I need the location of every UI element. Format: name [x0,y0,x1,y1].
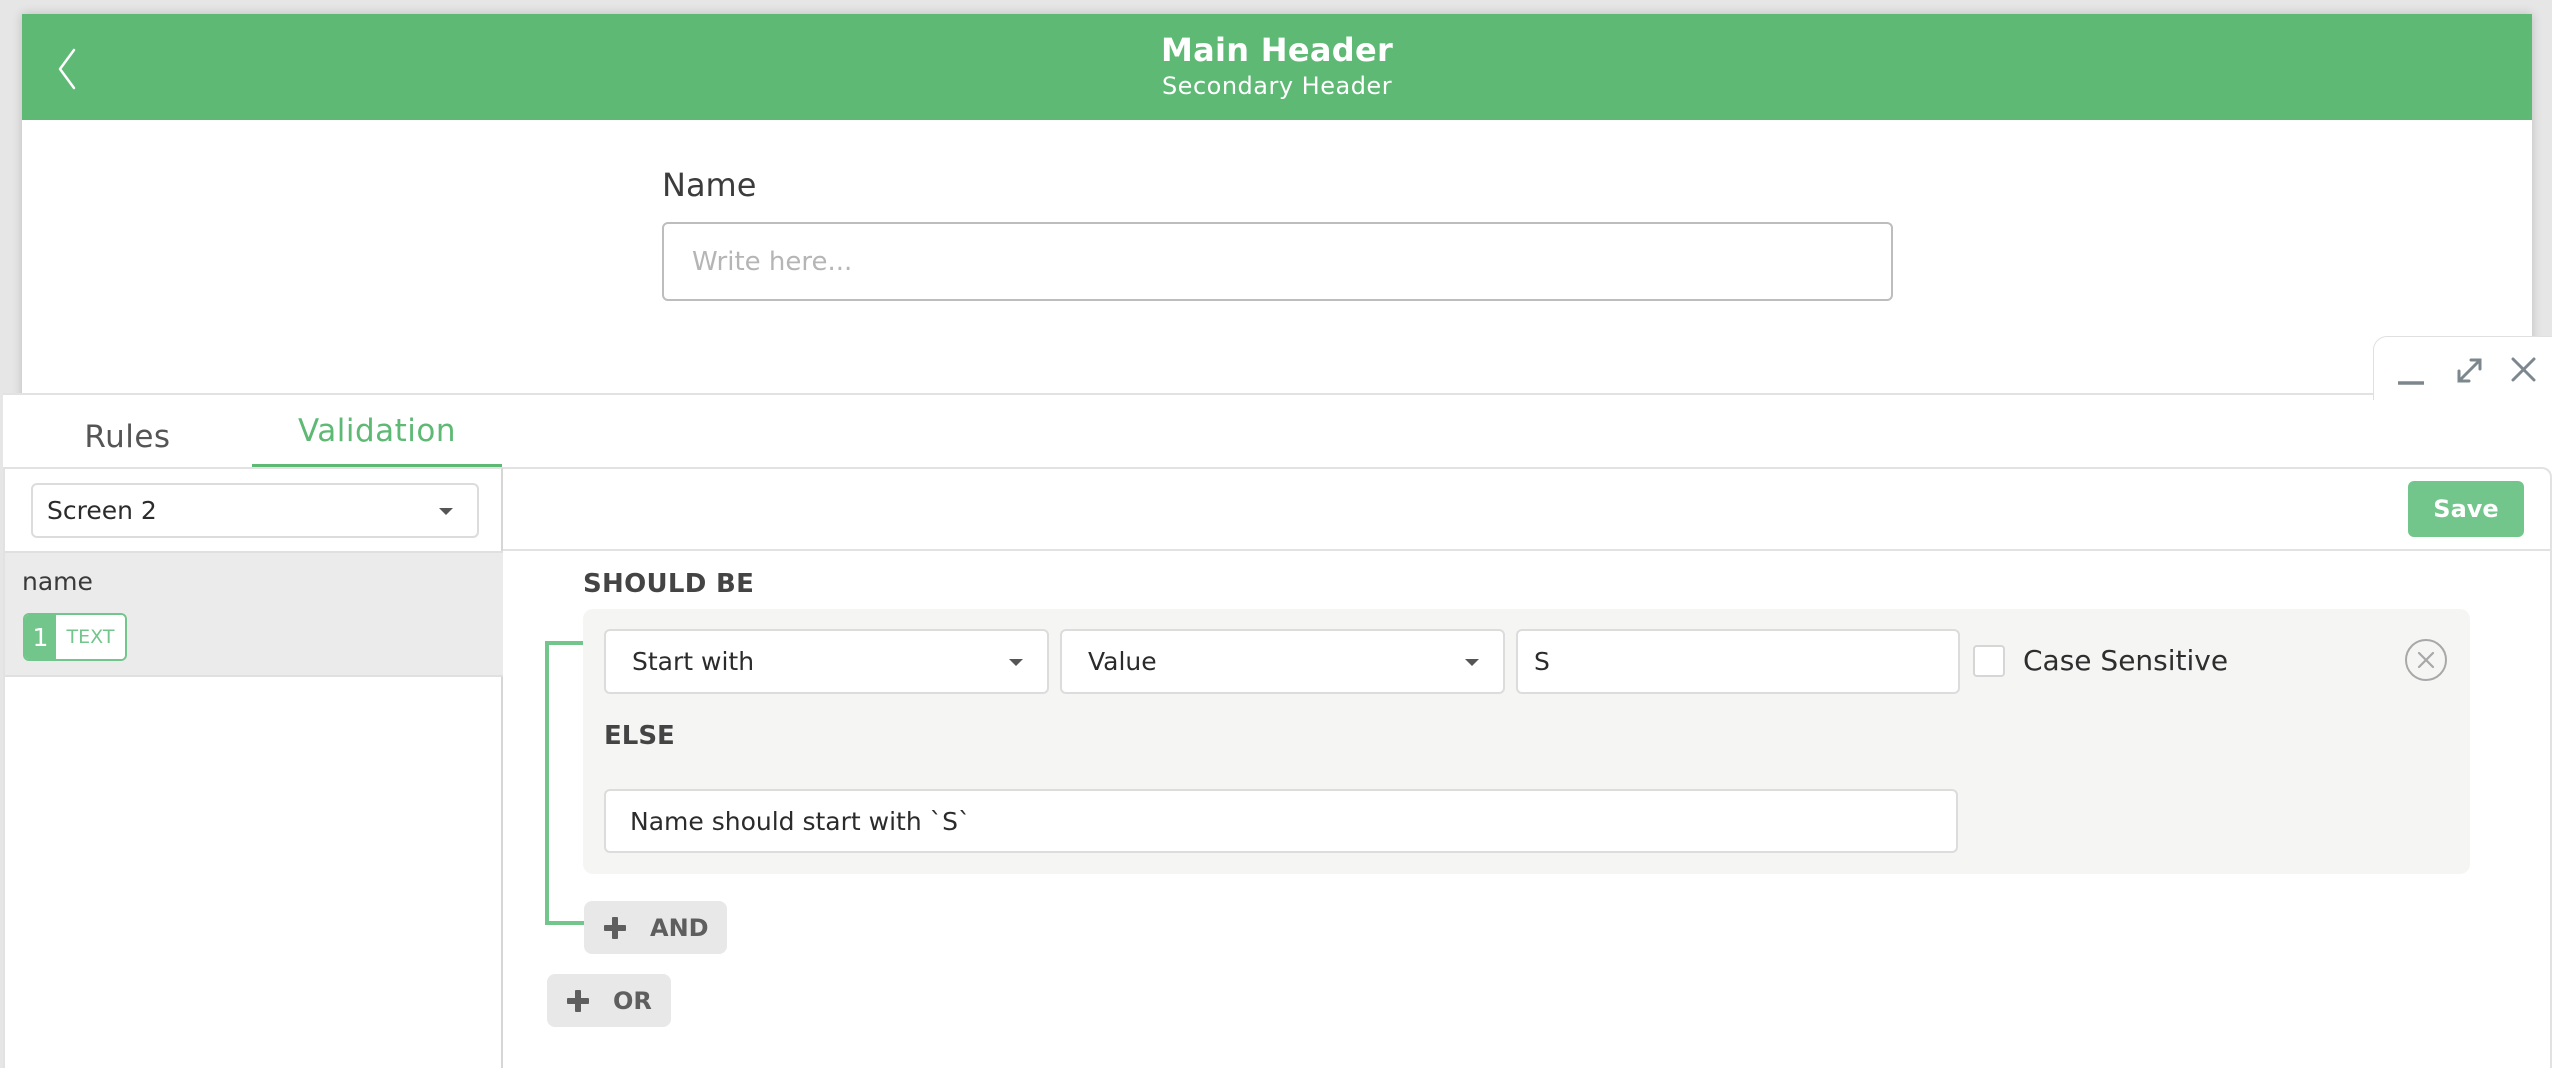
caret-down-icon [439,507,453,515]
compare-value-input[interactable] [1516,629,1960,694]
maximize-button[interactable] [2448,347,2492,391]
screen-preview: Main Header Secondary Header Name [22,14,2532,414]
case-sensitive-label[interactable]: Case Sensitive [2023,644,2228,677]
remove-circle-icon [2417,651,2435,669]
rules-panel: Rules Validation Screen 2 name 1 TEXT Sa… [3,393,2552,1068]
condition-connector-line [545,641,585,925]
add-or-condition-button[interactable]: OR [547,974,671,1027]
expand-icon [2457,358,2482,383]
panel-window-controls [2373,336,2552,400]
case-sensitive-checkbox[interactable] [1973,645,2005,677]
remove-condition-button[interactable] [2405,639,2447,681]
operator-select[interactable]: Start with [604,629,1049,694]
tab-rules[interactable]: Rules [3,395,252,467]
field-type: TEXT [56,615,125,659]
validation-editor: Save SHOULD BE Start with Value Case Sen… [503,467,2552,1068]
operator-select-value: Start with [632,647,755,676]
editor-toolbar: Save [503,469,2550,551]
value-type-select-value: Value [1088,647,1157,676]
save-button[interactable]: Save [2408,481,2524,537]
secondary-header-title: Secondary Header [1161,72,1393,100]
field-name: name [22,567,93,596]
field-type-badge: 1 TEXT [23,613,127,661]
should-be-label: SHOULD BE [583,569,755,599]
plus-icon [567,989,589,1012]
screen-select[interactable]: Screen 2 [31,483,479,538]
and-label: AND [650,913,709,942]
else-label: ELSE [604,721,675,751]
caret-down-icon [1009,658,1023,666]
name-field-label: Name [662,166,757,204]
condition-group: Start with Value Case Sensitive ELSE [583,609,2470,874]
close-icon [2511,357,2536,382]
or-label: OR [613,986,652,1015]
plus-icon [604,916,626,939]
header-titles: Main Header Secondary Header [22,30,2532,102]
else-message-input[interactable] [604,789,1958,853]
minimize-button[interactable] [2390,347,2434,391]
field-sidebar: Screen 2 name 1 TEXT [3,467,503,1068]
app-header: Main Header Secondary Header [22,14,2532,120]
tab-validation[interactable]: Validation [252,395,502,467]
close-panel-button[interactable] [2502,347,2546,391]
screen-select-value: Screen 2 [47,496,157,525]
main-header-title: Main Header [1160,31,1394,69]
field-list-item[interactable]: name 1 TEXT [5,551,503,677]
caret-down-icon [1465,658,1479,666]
field-index: 1 [25,615,56,659]
value-type-select[interactable]: Value [1060,629,1505,694]
minimize-icon [2398,381,2424,385]
add-and-condition-button[interactable]: AND [584,901,727,954]
name-input[interactable] [662,222,1893,301]
